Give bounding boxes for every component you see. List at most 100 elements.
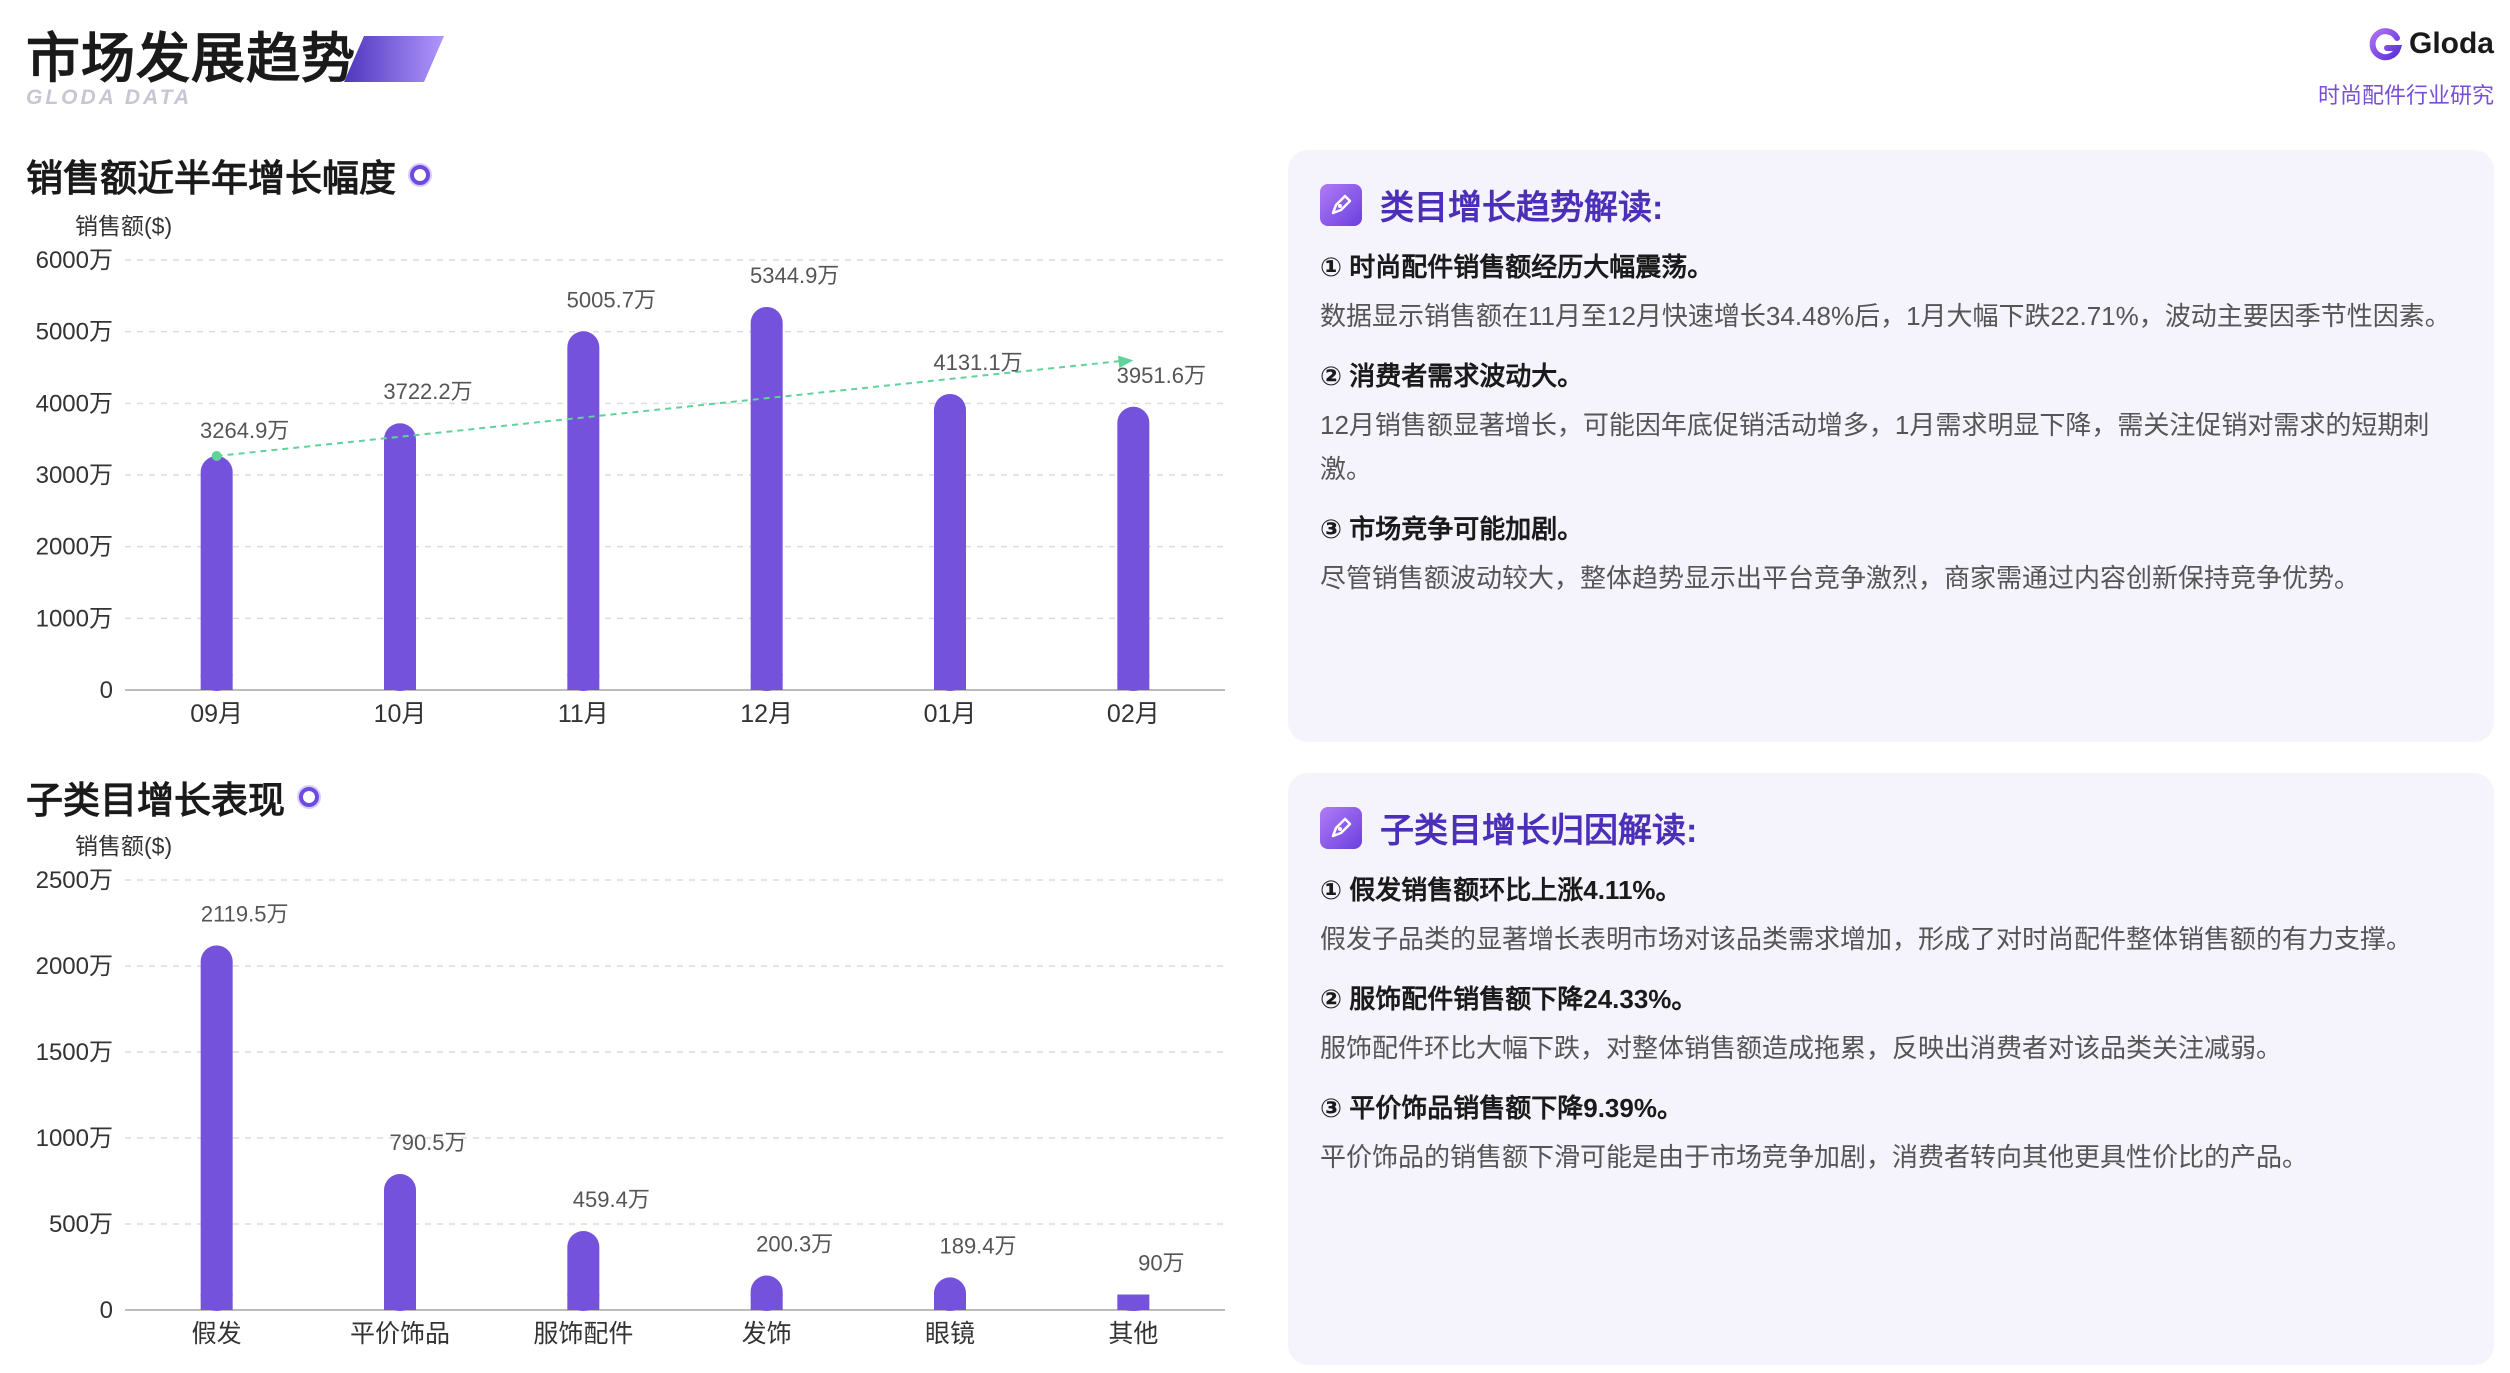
y-tick-label: 1500万 [36,1039,113,1066]
panel-title: 子类目增长归因解读: [1380,812,1698,850]
y-tick-label: 1000万 [36,605,113,632]
y-tick-label: 4000万 [36,390,113,417]
insight-body: 12月销售额显著增长，可能因年底促销活动增多，1月需求明显下降，需关注促销对需求… [1320,410,2430,484]
category-trend-panel: 类目增长趋势解读: ① 时尚配件销售额经历大幅震荡。 数据显示销售额在11月至1… [1288,150,2494,742]
sales-section-title-text: 销售额近半年增长幅度 [26,158,396,199]
insight-point: ① 假发销售额环比上涨4.11%。 假发子品类的显著增长表明市场对该品类需求增加… [1320,870,2462,961]
gloda-logo-icon [2369,28,2403,61]
bar-base [934,674,966,690]
bar-base [384,1294,416,1310]
x-tick-label: 10月 [374,700,427,728]
bar [1117,406,1150,691]
bar-base [200,674,233,690]
bar-base [934,1294,966,1310]
pen-icon [1320,183,1362,226]
bar [750,306,783,691]
chart-svg: 销售额($) 0 500万 1000万 1500万 2000万 2500万假发 平价饰品 服饰配… [36,833,1225,1348]
insight-body: 尽管销售额波动较大，整体趋势显示出平台竞争激烈，商家需通过内容创新保持竞争优势。 [1320,563,2361,593]
y-axis-label: 销售额($) [75,833,172,859]
y-tick-label: 6000万 [36,247,113,274]
pen-icon [1320,806,1362,849]
x-tick-label: 服饰配件 [533,1320,633,1348]
bar-base [384,674,416,690]
bar [934,393,966,691]
x-tick-label: 12月 [740,700,793,728]
data-label: 459.4万 [573,1187,650,1212]
dot-icon [299,787,319,807]
insight-heading: ③ 平价饰品销售额下降9.39%。 [1320,1093,1683,1123]
insight-body: 服饰配件环比大幅下跌，对整体销售额造成拖累，反映出消费者对该品类关注减弱。 [1320,1033,2283,1063]
data-label: 5005.7万 [567,287,656,312]
bar-base [750,1294,783,1310]
page-header: 市场发展趋势 GLODA DATA [26,14,444,124]
bar [200,945,233,1311]
sales-section-title: 销售额近半年增长幅度 [26,148,430,202]
x-tick-label: 平价饰品 [350,1320,450,1348]
brand-tag: 时尚配件行业研究 [2317,83,2494,108]
data-label: 200.3万 [756,1232,833,1257]
data-label: 90万 [1138,1251,1184,1276]
data-label: 4131.1万 [933,350,1022,375]
insight-heading: ② 消费者需求波动大。 [1320,361,1584,391]
y-tick-label: 2500万 [36,867,113,894]
x-tick-label: 11月 [558,700,609,728]
subcategory-bar-chart: 销售额($) 0 500万 1000万 1500万 2000万 2500万假发 平价饰品 服饰配… [20,830,1250,1360]
insight-point: ① 时尚配件销售额经历大幅震荡。 数据显示销售额在11月至12月快速增长34.4… [1320,247,2462,338]
insight-body: 平价饰品的销售额下滑可能是由于市场竞争加剧，消费者转向其他更具性价比的产品。 [1320,1142,2309,1172]
page-title: 市场发展趋势 [26,29,356,89]
bar-base [567,1294,600,1310]
y-axis-label: 销售额($) [75,213,172,239]
insight-point: ② 服饰配件销售额下降24.33%。 服饰配件环比大幅下跌，对整体销售额造成拖累… [1320,979,2462,1070]
data-label: 5344.9万 [750,263,839,288]
insight-point: ② 消费者需求波动大。 12月销售额显著增长，可能因年底促销活动增多，1月需求明… [1320,356,2462,491]
y-tick-label: 2000万 [36,534,113,561]
y-tick-label: 3000万 [36,462,113,489]
data-label: 189.4万 [939,1233,1016,1258]
panel-title: 类目增长趋势解读: [1380,189,1664,227]
x-tick-label: 其他 [1108,1320,1158,1348]
title-decoration [344,36,444,82]
x-tick-label: 假发 [192,1320,242,1348]
y-tick-label: 2000万 [36,953,113,980]
trend-start-dot [211,451,222,462]
insight-point: ③ 市场竞争可能加剧。 尽管销售额波动较大，整体趋势显示出平台竞争激烈，商家需通… [1320,509,2462,600]
x-tick-label: 02月 [1107,700,1160,728]
bar [200,456,233,691]
data-label: 2119.5万 [201,901,289,926]
insight-body: 数据显示销售额在11月至12月快速增长34.48%后，1月大幅下跌22.71%，… [1320,301,2451,331]
x-tick-label: 09月 [190,700,243,728]
insight-point: ③ 平价饰品销售额下降9.39%。 平价饰品的销售额下滑可能是由于市场竞争加剧，… [1320,1088,2462,1179]
subcategory-section-title-text: 子类目增长表现 [26,780,285,821]
bar-base [567,674,600,690]
data-label: 3722.2万 [383,379,472,404]
x-tick-label: 眼镜 [925,1320,975,1348]
y-tick-label: 1000万 [36,1125,113,1152]
y-tick-label: 500万 [49,1211,113,1238]
insight-heading: ③ 市场竞争可能加剧。 [1320,514,1584,544]
subcategory-section-title: 子类目增长表现 [26,770,319,824]
y-tick-label: 0 [100,677,113,704]
y-tick-label: 0 [100,1297,113,1324]
insight-heading: ② 服饰配件销售额下降24.33%。 [1320,984,1698,1014]
data-label: 790.5万 [389,1130,466,1155]
data-label: 3264.9万 [200,418,289,443]
dot-icon [410,165,430,185]
x-tick-label: 01月 [924,700,977,728]
insight-heading: ① 时尚配件销售额经历大幅震荡。 [1320,252,1714,282]
brand-block: Gloda 时尚配件行业研究 [2318,26,2494,110]
insight-body: 假发子品类的显著增长表明市场对该品类需求增加，形成了对时尚配件整体销售额的有力支… [1320,924,2413,954]
brand-name: Gloda [2408,27,2494,60]
data-label: 3951.6万 [1117,363,1206,388]
insight-heading: ① 假发销售额环比上涨4.11%。 [1320,875,1682,905]
bar [567,331,600,691]
sales-bar-chart: 销售额($) 0 1000万 2000万 3000万 4000万 5000万 6000万 09月… [20,210,1250,740]
bar-base [1117,1294,1150,1310]
bar [384,1174,416,1311]
bar-base [200,1294,233,1310]
bar-base [1117,674,1150,690]
bar-base [750,674,783,690]
chart-svg: 销售额($) 0 1000万 2000万 3000万 4000万 5000万 6000万 09月… [36,213,1225,728]
subcategory-attribution-panel: 子类目增长归因解读: ① 假发销售额环比上涨4.11%。 假发子品类的显著增长表… [1288,773,2494,1365]
y-tick-label: 5000万 [36,319,113,346]
bar [384,423,416,691]
